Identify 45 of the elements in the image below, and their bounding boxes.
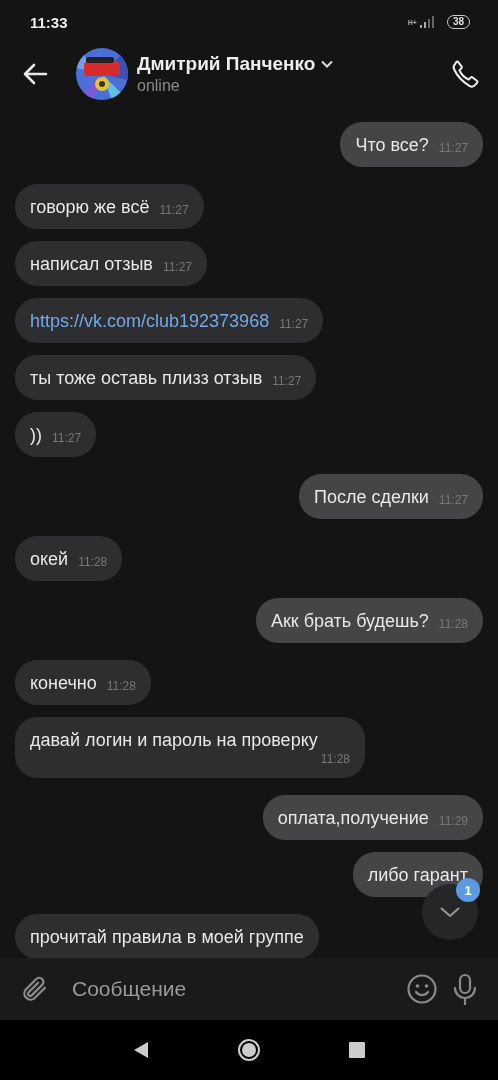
home-icon[interactable] <box>237 1038 261 1062</box>
message-bubble[interactable]: ты тоже оставь плизз отзыв 11:27 <box>15 355 317 400</box>
message-time: 11:28 <box>77 554 108 570</box>
status-time: 11:33 <box>30 13 68 31</box>
message-link[interactable]: https://vk.com/club192373968 <box>30 310 270 332</box>
message-text: Что все? <box>355 134 429 156</box>
message-text: оплата,получение <box>277 807 429 829</box>
message-text: прочитай правила в моей группе <box>30 926 304 948</box>
message-time: 11:28 <box>105 678 136 694</box>
message-text: окей <box>30 548 69 570</box>
chevron-down-icon <box>439 906 461 918</box>
message-time: 11:27 <box>158 202 189 218</box>
contact-name[interactable]: Дмитрий Панченко <box>137 53 316 75</box>
emoji-icon[interactable] <box>406 973 438 1005</box>
message-composer[interactable]: Сообщение <box>0 958 498 1020</box>
microphone-icon[interactable] <box>452 973 478 1005</box>
message-bubble[interactable]: )) 11:27 <box>15 412 97 457</box>
message-bubble[interactable]: прочитай правила в моей группе <box>15 914 319 958</box>
message-time: 11:27 <box>51 430 82 446</box>
message-text: После сделки <box>314 486 429 508</box>
message-text: )) <box>30 424 42 446</box>
message-bubble[interactable]: https://vk.com/club192373968 11:27 <box>15 298 324 343</box>
back-icon[interactable] <box>133 1041 149 1059</box>
message-time: 11:28 <box>319 751 350 767</box>
message-input-field[interactable]: Сообщение <box>64 977 392 1001</box>
message-time: 11:27 <box>271 373 302 389</box>
back-arrow-icon[interactable] <box>22 63 48 85</box>
message-text: написал отзыв <box>30 253 153 275</box>
message-text: Акк брать будешь? <box>270 610 429 632</box>
message-time: 11:27 <box>278 316 309 332</box>
phone-icon[interactable] <box>450 59 480 89</box>
signal-icon <box>419 16 436 28</box>
message-bubble[interactable]: говорю же всё 11:27 <box>15 184 204 229</box>
message-bubble[interactable]: давай логин и пароль на проверку 11:28 <box>15 717 365 778</box>
message-text: давай логин и пароль на проверку <box>30 729 318 751</box>
message-time: 11:27 <box>161 259 193 275</box>
message-bubble[interactable]: конечно 11:28 <box>15 660 151 705</box>
message-text: конечно <box>30 672 97 694</box>
message-bubble[interactable]: написал отзыв 11:27 <box>15 241 208 286</box>
message-bubble[interactable]: окей 11:28 <box>15 536 123 581</box>
chevron-down-icon[interactable] <box>321 60 334 68</box>
message-text: либо гарант <box>367 864 468 886</box>
message-text: ты тоже оставь плизз отзыв <box>30 367 263 389</box>
contact-status: online <box>137 77 180 95</box>
message-text: говорю же всё <box>30 196 150 218</box>
